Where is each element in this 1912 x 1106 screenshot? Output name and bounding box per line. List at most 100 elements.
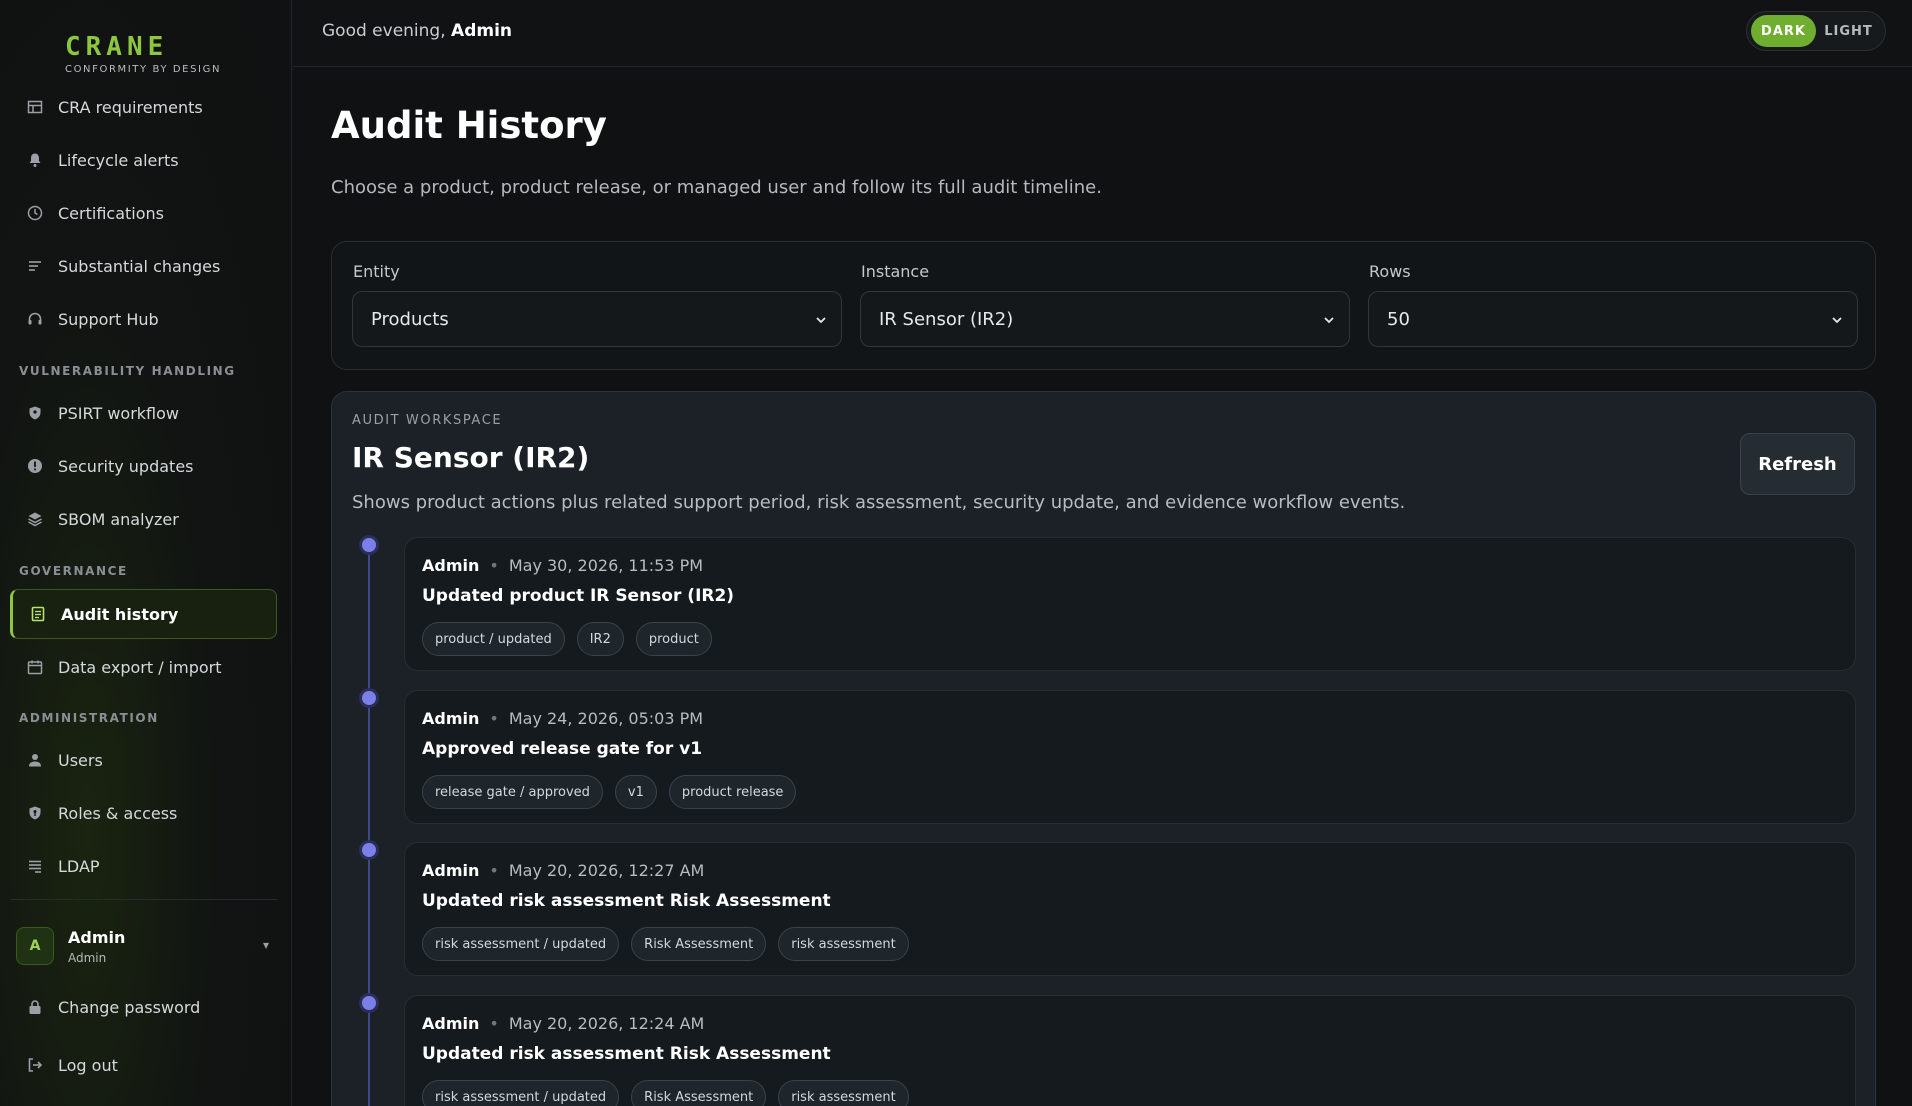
event-actor: Admin	[422, 556, 480, 575]
timeline-line	[368, 544, 370, 1106]
filter-panel: Entity Products Instance IR Sensor (IR2)…	[331, 241, 1876, 370]
event-meta: Admin • May 20, 2026, 12:27 AM	[422, 861, 704, 880]
event-tags: release gate / approved v1 product relea…	[422, 775, 797, 809]
audit-workspace: AUDIT WORKSPACE IR Sensor (IR2) Shows pr…	[331, 391, 1876, 1106]
event-actor: Admin	[422, 861, 480, 880]
rows-filter: Rows 50	[1368, 262, 1858, 347]
sidebar-item-label: Security updates	[58, 456, 194, 476]
timeline-event: Admin • May 24, 2026, 05:03 PM Approved re…	[404, 690, 1856, 824]
timeline-dot	[362, 538, 376, 552]
sidebar-item-label: Certifications	[58, 203, 164, 223]
greeting-prefix: Good evening,	[322, 21, 446, 41]
timeline-dot	[362, 843, 376, 857]
sidebar-item-label: Support Hub	[58, 309, 159, 329]
event-time: May 20, 2026, 12:27 AM	[508, 861, 705, 880]
sidebar-item-roles-access[interactable]: Roles & access	[10, 789, 277, 837]
sidebar-item-psirt-workflow[interactable]: PSIRT workflow	[10, 389, 277, 437]
sidebar: CRANE CONFORMITY BY DESIGN CRA requireme…	[0, 0, 292, 1106]
sidebar-item-sbom-analyzer[interactable]: SBOM analyzer	[10, 495, 277, 543]
list-icon	[26, 857, 44, 875]
sidebar-item-data-export-import[interactable]: Data export / import	[10, 643, 277, 691]
event-tag: risk assessment / updated	[422, 927, 620, 961]
sidebar-item-users[interactable]: Users	[10, 736, 277, 784]
page-title: Audit History	[331, 104, 607, 147]
timeline-event: Admin • May 20, 2026, 12:27 AM Updated ris…	[404, 842, 1856, 976]
workspace-description: Shows product actions plus related suppo…	[352, 492, 1406, 513]
event-meta: Admin • May 20, 2026, 12:24 AM	[422, 1014, 704, 1033]
timeline-dot	[362, 691, 376, 705]
event-title: Updated product IR Sensor (IR2)	[422, 586, 735, 606]
event-tags: product / updated IR2 product	[422, 622, 712, 656]
timeline-event: Admin • May 30, 2026, 11:53 PM Updated pro…	[404, 537, 1856, 671]
event-time: May 24, 2026, 05:03 PM	[508, 709, 704, 728]
workspace-title: IR Sensor (IR2)	[352, 441, 590, 474]
brand-logo[interactable]: CRANE CONFORMITY BY DESIGN	[65, 32, 221, 75]
event-tag: risk assessment	[778, 1080, 909, 1106]
instance-label: Instance	[861, 262, 930, 281]
event-tags: risk assessment / updated Risk Assessmen…	[422, 927, 909, 961]
entity-value: Products	[371, 308, 449, 330]
section-label-administration: ADMINISTRATION	[19, 711, 159, 725]
logout-icon	[26, 1056, 44, 1074]
workspace-label: AUDIT WORKSPACE	[352, 413, 503, 428]
lock-icon	[26, 998, 44, 1016]
calendar-icon	[26, 658, 44, 676]
greeting: Good evening, Admin	[322, 21, 512, 41]
entity-select[interactable]: Products	[352, 291, 842, 347]
sidebar-item-label: LDAP	[58, 856, 100, 876]
event-tag: Risk Assessment	[631, 1080, 767, 1106]
event-time: May 20, 2026, 12:24 AM	[508, 1014, 705, 1033]
sidebar-item-label: PSIRT workflow	[58, 403, 180, 423]
sidebar-item-ldap[interactable]: LDAP	[10, 842, 277, 890]
bell-icon	[26, 151, 44, 169]
meta-separator: •	[489, 1014, 499, 1033]
alert-icon	[26, 457, 44, 475]
event-tag: risk assessment	[778, 927, 909, 961]
rows-select[interactable]: 50	[1368, 291, 1858, 347]
sidebar-item-substantial-changes[interactable]: Substantial changes	[10, 242, 277, 290]
sidebar-item-log-out[interactable]: Log out	[10, 1041, 277, 1089]
sidebar-item-support-hub[interactable]: Support Hub	[10, 295, 277, 343]
sidebar-item-cra-requirements[interactable]: CRA requirements	[10, 83, 277, 131]
sidebar-divider	[10, 899, 277, 900]
event-title: Updated risk assessment Risk Assessment	[422, 1044, 831, 1064]
sidebar-item-security-updates[interactable]: Security updates	[10, 442, 277, 490]
clock-icon	[26, 204, 44, 222]
user-role: Admin	[68, 950, 107, 965]
refresh-button[interactable]: Refresh	[1740, 433, 1855, 495]
document-icon	[29, 605, 47, 623]
event-actor: Admin	[422, 1014, 480, 1033]
sort-icon	[26, 257, 44, 275]
instance-select[interactable]: IR Sensor (IR2)	[860, 291, 1350, 347]
sidebar-item-label: Log out	[58, 1055, 118, 1075]
page-subtitle: Choose a product, product release, or ma…	[331, 177, 1102, 198]
chevron-down-icon	[1831, 310, 1843, 331]
section-label-governance: GOVERNANCE	[19, 564, 128, 578]
sidebar-item-label: CRA requirements	[58, 97, 203, 117]
sidebar-item-label: SBOM analyzer	[58, 509, 179, 529]
chevron-down-icon[interactable]: ▾	[263, 938, 269, 952]
sidebar-item-lifecycle-alerts[interactable]: Lifecycle alerts	[10, 136, 277, 184]
instance-filter: Instance IR Sensor (IR2)	[860, 262, 1350, 347]
section-label-vulnerability: VULNERABILITY HANDLING	[19, 364, 236, 378]
chevron-down-icon	[815, 310, 827, 331]
table-icon	[26, 98, 44, 116]
sidebar-item-certifications[interactable]: Certifications	[10, 189, 277, 237]
event-meta: Admin • May 30, 2026, 11:53 PM	[422, 556, 703, 575]
sidebar-item-label: Roles & access	[58, 803, 178, 823]
timeline-dot	[362, 996, 376, 1010]
event-tag: release gate / approved	[422, 775, 603, 809]
event-title: Updated risk assessment Risk Assessment	[422, 891, 831, 911]
chevron-down-icon	[1323, 310, 1335, 331]
event-tags: risk assessment / updated Risk Assessmen…	[422, 1080, 909, 1106]
event-tag: risk assessment / updated	[422, 1080, 620, 1106]
sidebar-item-audit-history[interactable]: Audit history	[10, 589, 277, 639]
user-menu[interactable]: A Admin Admin ▾	[10, 918, 277, 974]
meta-separator: •	[489, 709, 499, 728]
event-actor: Admin	[422, 709, 480, 728]
theme-light-button[interactable]: LIGHT	[1816, 15, 1881, 47]
sidebar-item-change-password[interactable]: Change password	[10, 983, 277, 1031]
shield-key-icon	[26, 804, 44, 822]
event-tag: v1	[614, 775, 657, 809]
theme-dark-button[interactable]: DARK	[1751, 15, 1816, 47]
